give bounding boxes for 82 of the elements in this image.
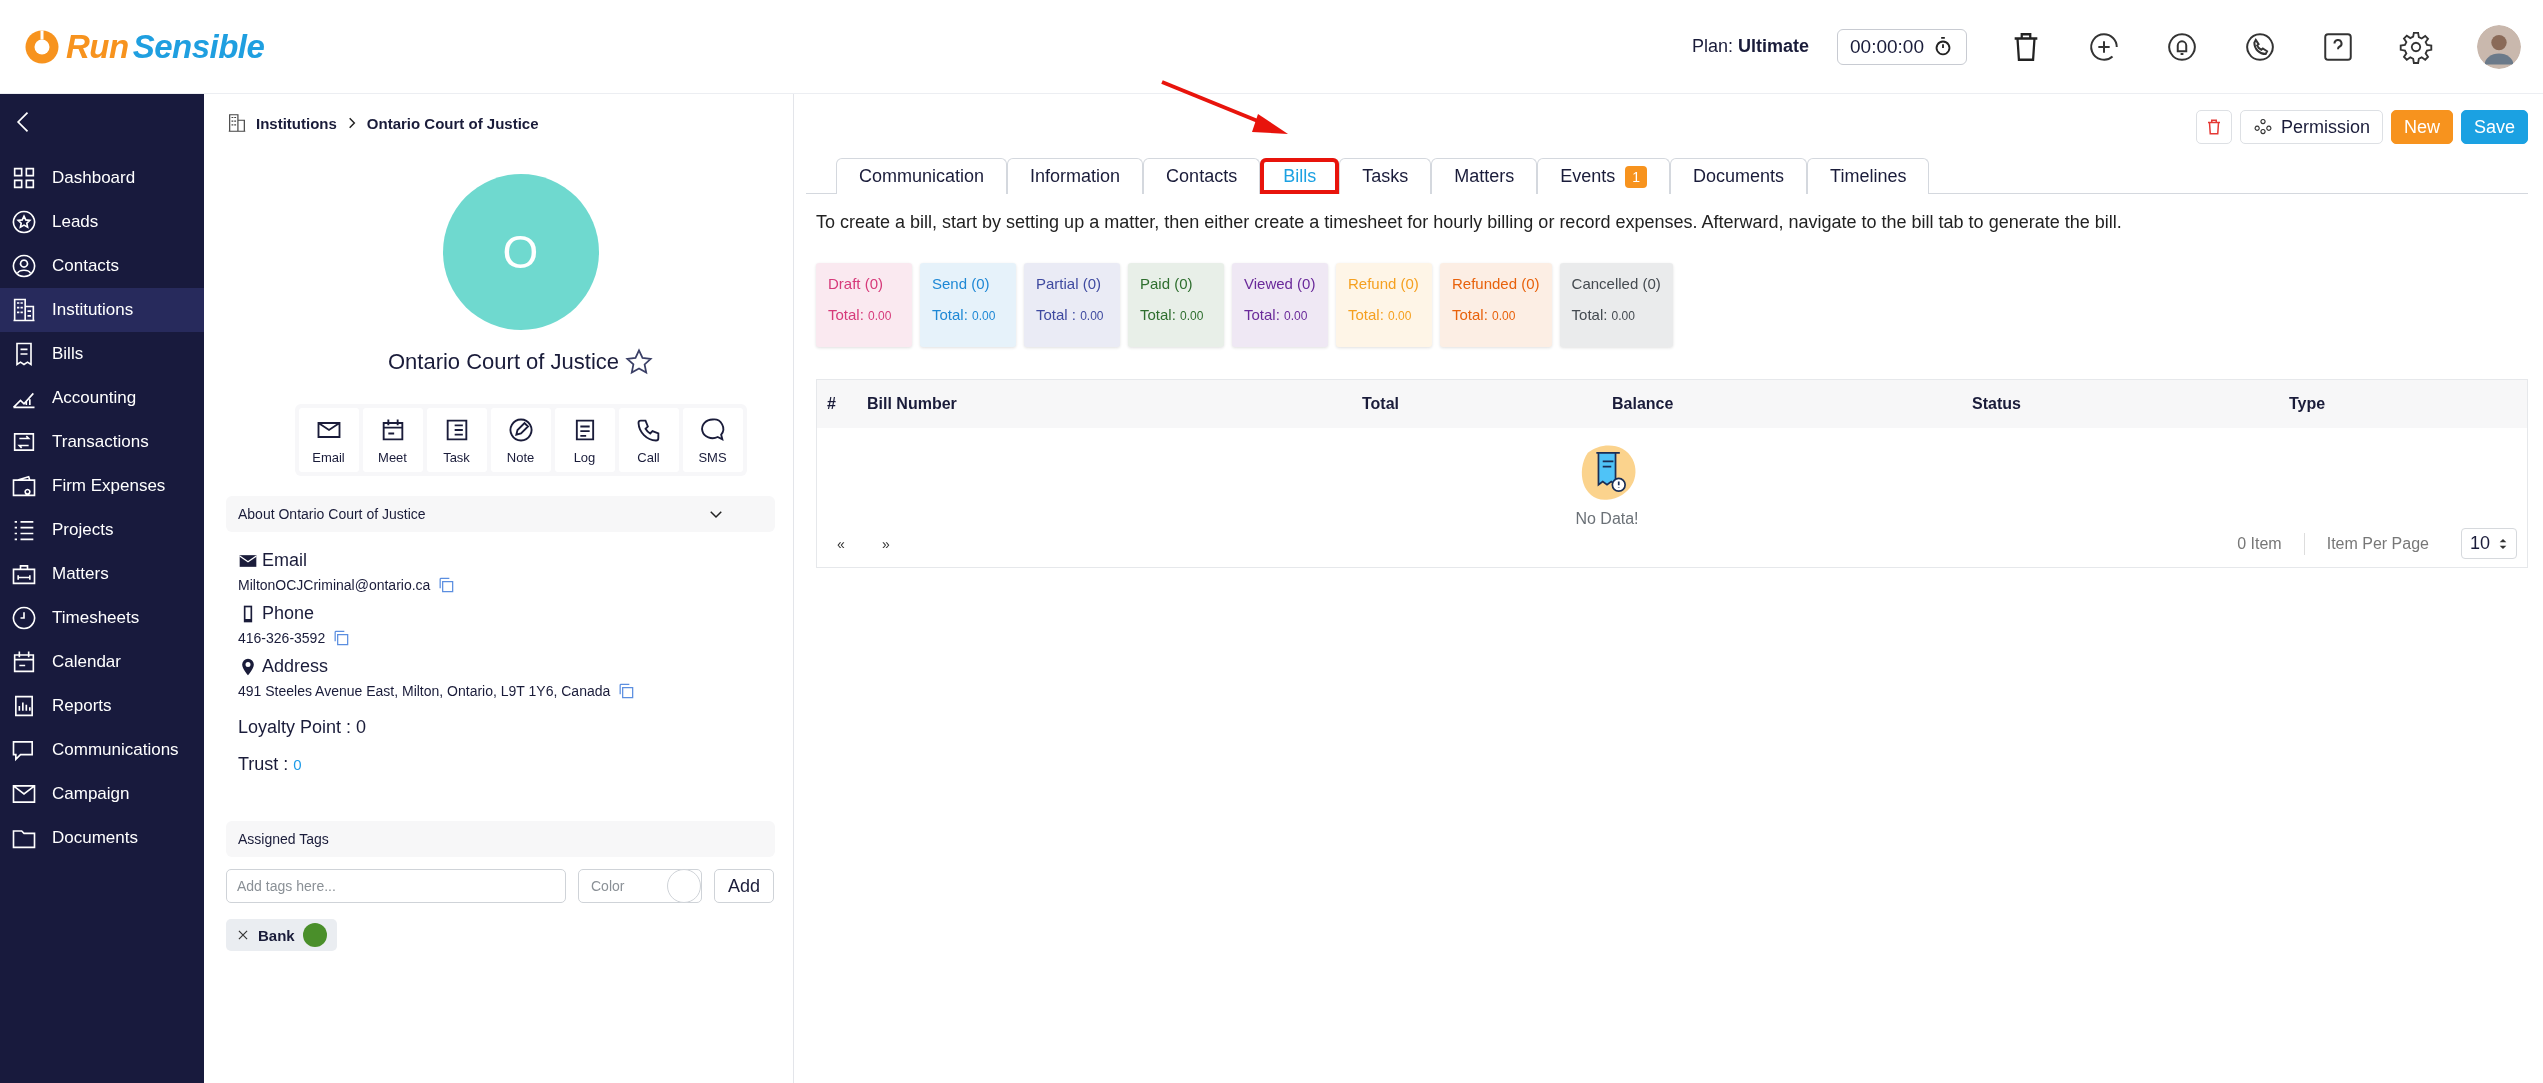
email-value: MiltonOCJCriminal@ontario.ca [238,577,431,593]
sidebar-item[interactable]: Bills [0,332,204,376]
close-icon[interactable] [236,928,250,942]
permission-button[interactable]: Permission [2239,110,2383,144]
item-count: 0 Item [2237,534,2282,553]
empty-state-text: No Data! [1575,510,1639,528]
phone-value: 416-326-3592 [238,630,326,646]
profile-name: Ontario Court of Justice [387,349,620,375]
sidebar-item[interactable]: Firm Expenses [0,464,204,508]
quick-action-button[interactable]: Meet [362,408,423,472]
tab[interactable]: Contacts [1143,158,1261,194]
sidebar-item[interactable]: Leads [0,200,204,244]
nav-icon [10,604,38,632]
sidebar-item[interactable]: Dashboard [0,156,204,200]
favorite-star-icon[interactable] [625,348,654,376]
tab[interactable]: Timelines [1807,158,1930,194]
count-badge: 1 [1625,165,1648,188]
tab[interactable]: Matters [1431,158,1538,194]
nav-icon [10,252,38,280]
tag-chip: Bank [226,919,337,951]
about-section-header[interactable]: About Ontario Court of Justice [226,496,775,532]
sidebar-item[interactable]: Reports [0,684,204,728]
profile-avatar: O [442,174,599,330]
field-label: Email [262,550,307,571]
settings-icon[interactable] [2399,29,2433,64]
delete-button[interactable] [2195,110,2232,144]
plan-label: Plan: Ultimate [1692,36,1810,57]
loyalty-point-text: Loyalty Point : 0 [238,717,368,738]
breadcrumb-link[interactable]: Institutions [256,114,337,132]
nav-icon [10,208,38,236]
breadcrumb-current: Ontario Court of Justice [366,114,539,132]
quick-action-button[interactable]: SMS [682,408,743,472]
sort-caret-icon [2498,536,2508,551]
sidebar-item[interactable]: Documents [0,816,204,860]
logo-icon [24,28,60,65]
quick-action-button[interactable]: Email [298,408,359,472]
quick-action-button[interactable]: Task [426,408,487,472]
tab[interactable]: Tasks [1339,158,1432,194]
tab[interactable]: Information [1007,158,1144,194]
status-card[interactable]: Paid (0) Total: 0.00 [1128,263,1224,347]
sidebar-item[interactable]: Calendar [0,640,204,684]
sidebar-item[interactable]: Transactions [0,420,204,464]
sidebar-item[interactable]: Accounting [0,376,204,420]
column-header: # [826,395,837,413]
quick-action-button[interactable]: Log [554,408,615,472]
status-card[interactable]: Partial (0) Total : 0.00 [1024,263,1120,347]
sidebar-item[interactable]: Timesheets [0,596,204,640]
tab[interactable]: Events 1 [1537,158,1671,194]
tag-input-field[interactable]: Add tags here... [226,869,566,903]
user-avatar[interactable] [2477,24,2521,69]
address-value: 491 Steeles Avenue East, Milton, Ontario, L9T 1Y6, Canada [238,683,611,699]
next-page-link[interactable]: » [882,535,927,552]
tab[interactable]: Communication [836,158,1008,194]
tab[interactable]: Documents [1670,158,1808,194]
add-tag-button[interactable]: Add [714,869,774,903]
sidebar-item[interactable]: Matters [0,552,204,596]
column-header: Bill Number [866,395,958,413]
column-header: Status [1971,395,2022,413]
items-per-page-select[interactable]: 10 [2460,528,2517,559]
sidebar-item[interactable]: Institutions [0,288,204,332]
sidebar-item[interactable]: Communications [0,728,204,772]
status-card[interactable]: Draft (0) Total: 0.00 [816,263,912,347]
field-label: Address [262,656,329,677]
timer-display[interactable]: 00:00:00 [1837,28,1967,65]
quick-action-button[interactable]: Note [490,408,551,472]
sidebar-item[interactable]: Campaign [0,772,204,816]
building-icon [226,112,248,134]
column-header: Type [2288,395,2327,413]
assigned-tags-header: Assigned Tags [226,821,775,857]
sidebar-item[interactable]: Contacts [0,244,204,288]
column-header: Total [1361,395,1401,413]
trust-label: Trust : [238,754,289,774]
quick-action-button[interactable]: Call [618,408,679,472]
field-label: Phone [262,603,315,624]
instruction-text: To create a bill, start by setting up a matter, then either create a timesheet for hourly billing or record expenses. Afterward, navigate to the bill tab to generate the bill. [816,212,2123,233]
sidebar-item[interactable]: Projects [0,508,204,552]
status-card[interactable]: Cancelled (0) Total: 0.00 [1559,263,1673,347]
users-icon [2252,117,2273,137]
column-header: Balance [1611,395,1675,413]
previous-page-link[interactable]: « [837,535,882,552]
items-per-page-label: Item Per Page [2326,534,2429,553]
status-card[interactable]: Viewed (0) Total: 0.00 [1232,263,1328,347]
